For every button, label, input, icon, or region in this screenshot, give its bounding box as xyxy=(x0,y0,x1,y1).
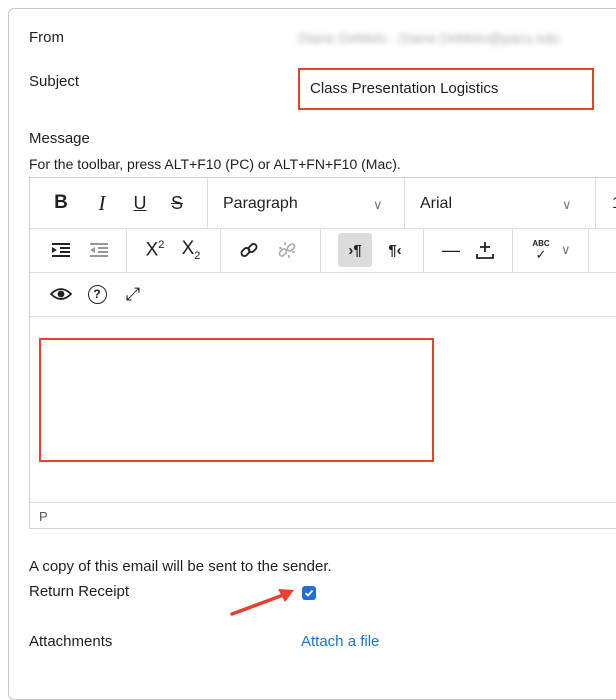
toolbar-divider xyxy=(404,178,405,228)
chevron-down-icon[interactable]: ∨ xyxy=(561,242,571,258)
bold-icon: B xyxy=(54,192,68,213)
fullscreen-icon: ⤢ xyxy=(125,283,141,304)
checkmark-icon xyxy=(304,589,314,597)
spellcheck-button[interactable]: ABC ✓ xyxy=(524,233,558,267)
from-label: From xyxy=(29,29,64,46)
from-value: Diane DeMelo - Diane.DeMelo@pacu.edu xyxy=(298,30,560,46)
subscript-base: X xyxy=(181,238,195,260)
unlink-icon xyxy=(278,242,296,258)
outdent-icon xyxy=(90,243,108,257)
toolbar-divider xyxy=(512,228,513,272)
toolbar-row-view: ? ⤢ xyxy=(30,272,616,317)
underline-button[interactable]: U xyxy=(123,186,157,220)
block-format-select[interactable]: Paragraph xyxy=(223,195,298,213)
subscript-exp: 2 xyxy=(194,249,201,262)
subject-input[interactable]: Class Presentation Logistics xyxy=(298,68,594,110)
left-to-right-button[interactable]: ›¶ xyxy=(338,233,372,267)
strikethrough-button[interactable]: S xyxy=(160,186,194,220)
eye-icon xyxy=(50,288,72,300)
toolbar-divider xyxy=(320,228,321,272)
toolbar-divider xyxy=(588,228,589,272)
superscript-base: X xyxy=(145,239,159,261)
attach-file-link[interactable]: Attach a file xyxy=(301,633,379,650)
highlight-box-editor xyxy=(39,338,434,462)
toolbar-divider xyxy=(423,228,424,272)
attachments-label: Attachments xyxy=(29,633,113,650)
superscript-button[interactable]: X2 xyxy=(138,233,172,267)
subscript-icon: X2 xyxy=(182,238,201,262)
toolbar-divider xyxy=(595,178,596,228)
help-button[interactable]: ? xyxy=(80,277,114,311)
italic-button[interactable]: I xyxy=(85,186,119,220)
preview-button[interactable] xyxy=(44,277,78,311)
chevron-down-icon: ∨ xyxy=(373,197,383,212)
annotation-arrow xyxy=(230,589,294,616)
message-label: Message xyxy=(29,130,90,147)
insert-icon xyxy=(476,242,494,259)
superscript-exp: 2 xyxy=(158,238,165,251)
toolbar-divider xyxy=(207,178,208,228)
help-icon: ? xyxy=(87,284,107,304)
right-to-left-button[interactable]: ¶‹ xyxy=(378,233,412,267)
toolbar-divider xyxy=(126,228,127,272)
underline-icon: U xyxy=(133,192,147,213)
font-family-select[interactable]: Arial xyxy=(420,195,452,213)
rtl-icon: ¶‹ xyxy=(388,241,402,259)
ltr-icon: ›¶ xyxy=(348,241,362,259)
horizontal-rule-icon: — xyxy=(442,239,460,260)
horizontal-rule-button[interactable]: — xyxy=(434,233,468,267)
indent-icon xyxy=(52,243,70,257)
link-icon xyxy=(240,243,258,257)
return-receipt-label: Return Receipt xyxy=(29,583,130,600)
italic-icon: I xyxy=(98,190,106,215)
strikethrough-icon: S xyxy=(170,192,183,213)
outdent-button[interactable] xyxy=(82,233,116,267)
insert-content-button[interactable] xyxy=(468,233,502,267)
chevron-down-icon: ∨ xyxy=(562,197,572,212)
unlink-button[interactable] xyxy=(270,233,304,267)
fullscreen-button[interactable]: ⤢ xyxy=(116,277,150,311)
indent-button[interactable] xyxy=(44,233,78,267)
toolbar-divider xyxy=(220,228,221,272)
superscript-icon: X2 xyxy=(146,239,165,261)
editor-statusbar: P xyxy=(30,502,616,531)
subscript-button[interactable]: X2 xyxy=(174,233,208,267)
copy-note: A copy of this email will be sent to the… xyxy=(29,558,332,575)
element-path[interactable]: P xyxy=(39,509,48,524)
toolbar-row-formatting: B I U S Paragraph ∨ Arial ∨ 10 xyxy=(30,178,616,229)
font-size-select[interactable]: 10 xyxy=(612,195,616,213)
spellcheck-icon: ABC ✓ xyxy=(532,238,550,262)
toolbar-hint: For the toolbar, press ALT+F10 (PC) or A… xyxy=(29,156,401,172)
bold-button[interactable]: B xyxy=(44,186,78,220)
toolbar-row-insert: X2 X2 ›¶ ¶‹ — ABC ✓ ∨ xyxy=(30,228,616,273)
return-receipt-checkbox[interactable] xyxy=(302,586,316,600)
link-button[interactable] xyxy=(232,233,266,267)
subject-value: Class Presentation Logistics xyxy=(310,80,499,97)
subject-label: Subject xyxy=(29,73,80,90)
